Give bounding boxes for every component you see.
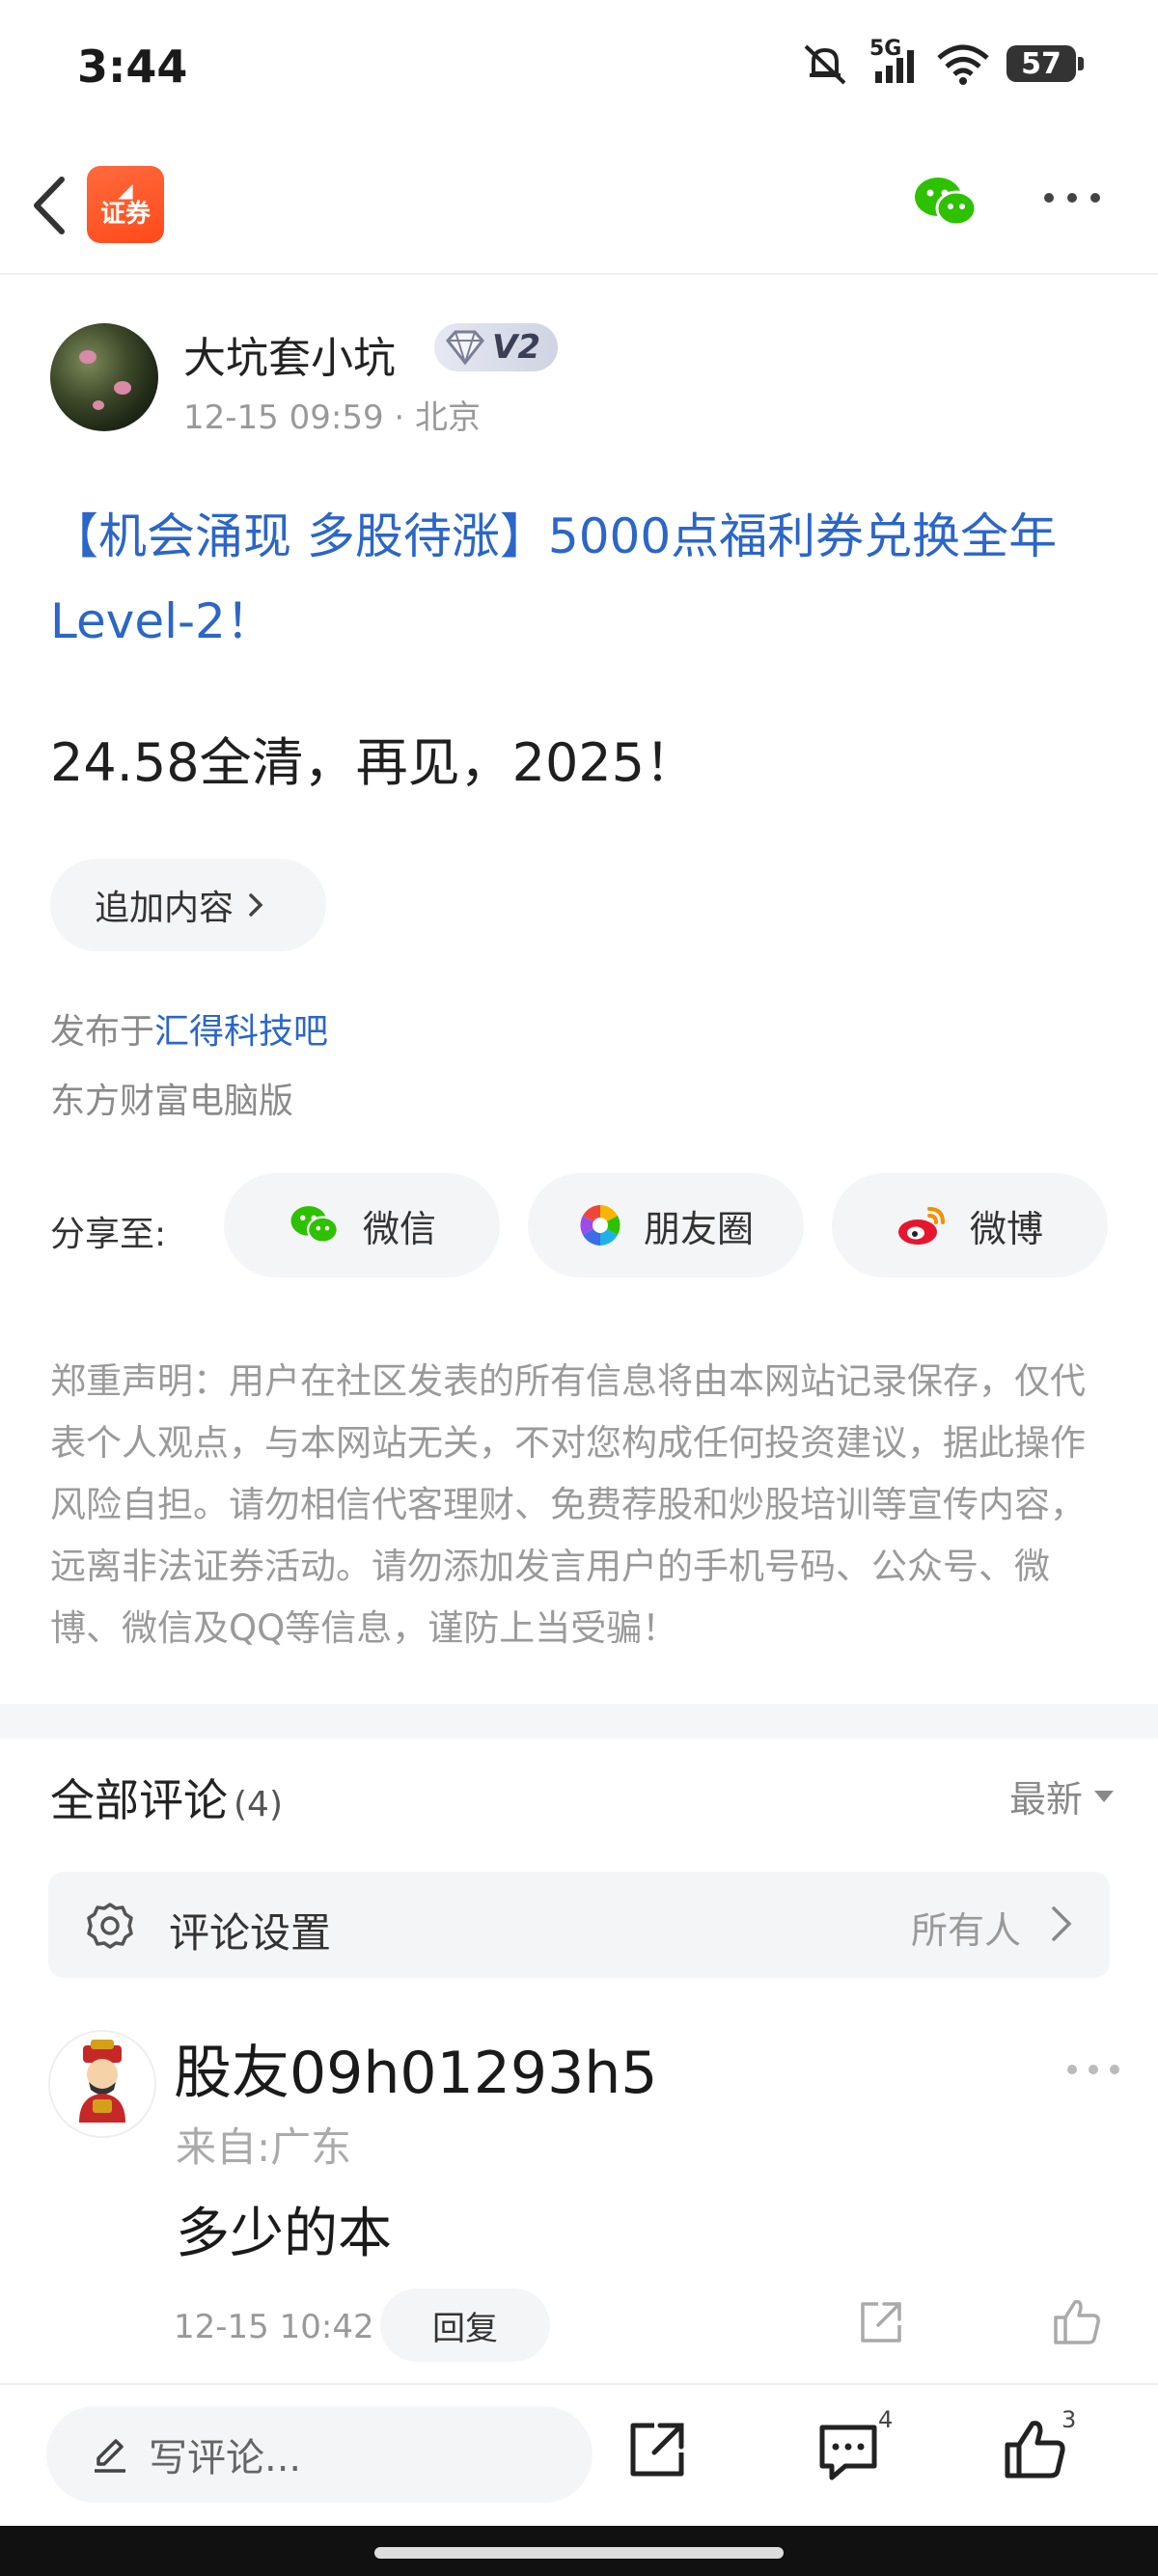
diamond-icon	[446, 330, 484, 366]
mute-icon	[804, 44, 846, 85]
home-indicator[interactable]	[374, 2547, 784, 2559]
share-weibo-button[interactable]: 微博	[832, 1173, 1108, 1277]
forum-link[interactable]: 汇得科技吧	[154, 1012, 328, 1052]
comment-share-icon[interactable]	[857, 2298, 905, 2346]
wifi-icon	[937, 44, 989, 85]
share-label: 分享至:	[50, 1215, 167, 1254]
fortune-god-avatar-icon	[79, 2040, 125, 2123]
author-avatar[interactable]	[50, 323, 158, 431]
section-divider	[0, 1704, 1158, 1739]
comment-time: 12-15 10:42	[174, 2308, 374, 2346]
comments-count: (4)	[234, 1785, 283, 1824]
share-wechat-button[interactable]: 微信	[224, 1173, 500, 1277]
commenter-avatar[interactable]	[48, 2030, 156, 2138]
status-bar: 3:44 5G 57	[0, 0, 1158, 135]
level-text: V2	[492, 328, 540, 367]
network-type: 5G	[866, 37, 920, 85]
author-name[interactable]: 大坑套小坑	[183, 323, 396, 385]
chevron-right-icon	[1052, 1906, 1072, 1941]
share-moments-button[interactable]: 朋友圈	[528, 1173, 804, 1277]
wechat-icon	[290, 1206, 339, 1244]
commenter-name[interactable]: 股友09h01293h5	[174, 2026, 657, 2110]
post-time-location: 12-15 09:59 · 北京	[183, 398, 482, 437]
more-dot	[1090, 193, 1100, 203]
gear-icon	[87, 1903, 133, 1949]
comment-more-button[interactable]	[1067, 2065, 1119, 2074]
comment-settings-row[interactable]: 评论设置 所有人	[48, 1872, 1110, 1978]
bottom-action-bar: 写评论... 4 3	[0, 2383, 1158, 2526]
comment-count-badge: 4	[878, 2406, 894, 2433]
battery-indicator: 57	[1006, 45, 1084, 82]
level-badge: V2	[434, 323, 558, 371]
signal-icon	[875, 50, 914, 83]
like-count-badge: 3	[1062, 2406, 1077, 2433]
more-options-button[interactable]	[1044, 183, 1112, 212]
promo-title-link[interactable]: 【机会涌现 多股待涨】5000点福利券兑换全年Level-2！	[50, 494, 1112, 664]
client-source: 东方财富电脑版	[50, 1082, 294, 1121]
wechat-share-icon[interactable]	[912, 174, 979, 232]
status-icons: 5G 57	[800, 37, 1084, 85]
back-button[interactable]	[27, 172, 75, 239]
append-content-button[interactable]: 追加内容	[50, 859, 326, 951]
more-dot	[1044, 193, 1054, 203]
reply-button[interactable]: 回复	[380, 2288, 550, 2362]
status-time: 3:44	[77, 41, 188, 93]
app-logo[interactable]: ◢ 证券	[87, 166, 164, 243]
write-comment-input[interactable]: 写评论...	[46, 2406, 593, 2503]
comment-like-icon[interactable]	[1052, 2296, 1102, 2346]
comment-item: 股友09h01293h5 来自:广东 多少的本 12-15 10:42 回复	[48, 2026, 1119, 2364]
share-icon[interactable]	[627, 2420, 687, 2480]
pencil-icon	[95, 2439, 125, 2473]
author-header: 大坑套小坑 V2 12-15 09:59 · 北京	[50, 323, 1112, 439]
comment-icon[interactable]	[816, 2420, 880, 2483]
gesture-bar	[0, 2526, 1158, 2576]
top-nav: ◢ 证券	[0, 135, 1158, 275]
commenter-location: 来自:广东	[176, 2124, 352, 2171]
chevron-right-icon	[249, 893, 263, 917]
caret-down-icon	[1094, 1790, 1114, 1802]
share-row: 分享至: 微信 朋友圈 微博	[50, 1173, 1112, 1277]
like-icon[interactable]	[1004, 2418, 1067, 2481]
comment-text: 多少的本	[176, 2203, 392, 2265]
disclaimer-text: 郑重声明：用户在社区发表的所有信息将由本网站记录保存，仅代表个人观点，与本网站无…	[50, 1360, 1086, 1649]
comment-permission-value: 所有人	[910, 1909, 1021, 1952]
published-in: 发布于汇得科技吧	[50, 1012, 329, 1052]
weibo-icon	[897, 1207, 945, 1245]
comments-title: 全部评论 (4)	[50, 1774, 283, 1826]
sort-dropdown[interactable]: 最新	[1009, 1769, 1114, 1822]
logo-mark-icon: ◢	[118, 178, 133, 202]
moments-icon	[579, 1205, 620, 1246]
post-body: 24.58全清，再见，2025！	[50, 732, 698, 793]
more-dot	[1067, 193, 1077, 203]
